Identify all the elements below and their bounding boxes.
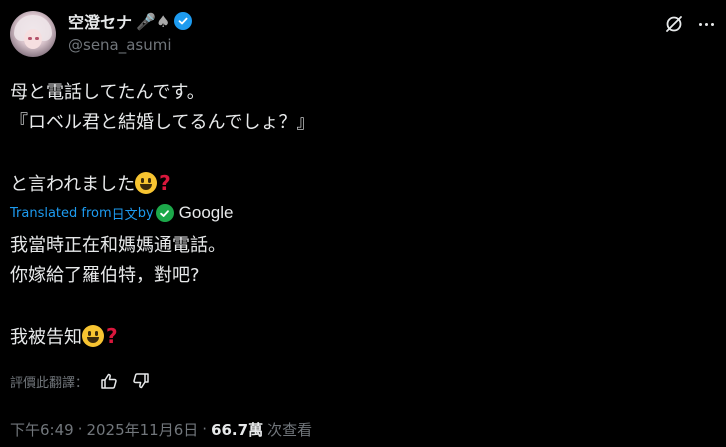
translation-line-with-emoji: 我被告知? bbox=[10, 321, 710, 351]
translation-line: 我當時正在和媽媽通電話。 bbox=[10, 235, 226, 256]
meta-separator: · bbox=[202, 420, 208, 438]
tweet-line-with-emoji: と言われました? bbox=[10, 168, 710, 198]
tweet-date[interactable]: 2025年11月6日 bbox=[86, 419, 198, 440]
translation-line bbox=[10, 291, 710, 321]
thumbs-down-icon[interactable] bbox=[130, 370, 152, 392]
display-name[interactable]: 空澄セナ bbox=[68, 9, 132, 33]
name-emojis: 🎤♠ bbox=[136, 11, 171, 31]
red-question-mark-emoji: ? bbox=[106, 324, 118, 348]
view-count-label: 次查看 bbox=[267, 420, 313, 439]
more-icon[interactable] bbox=[696, 14, 716, 34]
tweet-line: 『ロベル君と結婚してるんでしょ？』 bbox=[10, 112, 315, 133]
view-count: 66.7萬 bbox=[211, 420, 264, 439]
grok-icon[interactable] bbox=[664, 14, 684, 34]
google-logo: Google bbox=[178, 203, 234, 222]
tweet-meta: 下午6:49 · 2025年11月6日 · 66.7萬 次查看 bbox=[10, 418, 312, 440]
verified-badge-icon[interactable] bbox=[174, 12, 193, 30]
tweet-line bbox=[10, 138, 710, 168]
grinning-face-emoji bbox=[135, 172, 158, 194]
translation-line-text: 我被告知 bbox=[10, 327, 82, 348]
meta-separator: · bbox=[77, 420, 83, 438]
thumbs-up-icon[interactable] bbox=[98, 370, 120, 392]
translated-by: by bbox=[137, 205, 154, 221]
tweet-time[interactable]: 下午6:49 bbox=[10, 419, 74, 440]
avatar[interactable] bbox=[10, 11, 56, 57]
tweet-text: 母と電話してたんです。 『ロベル君と結婚してるんでしょ？』 と言われました? bbox=[10, 78, 710, 198]
red-question-mark-emoji: ? bbox=[159, 171, 171, 195]
grinning-face-emoji bbox=[82, 325, 104, 347]
author-handle[interactable]: @sena_asumi bbox=[68, 36, 172, 54]
translated-from-label: Translated from 日文 by Google bbox=[10, 203, 233, 223]
translated-text: 我當時正在和媽媽通電話。 你嫁給了羅伯特，對吧? 我被告知? bbox=[10, 231, 710, 351]
translated-from-prefix: Translated from bbox=[10, 205, 112, 221]
rate-translation-row: 評價此翻譯： bbox=[10, 370, 152, 392]
translation-line: 你嫁給了羅伯特，對吧? bbox=[10, 265, 200, 286]
tweet-line-text: と言われました bbox=[10, 174, 136, 195]
rate-translation-label: 評價此翻譯： bbox=[10, 375, 89, 391]
google-check-icon bbox=[155, 204, 174, 222]
translated-from-language: 日文 bbox=[111, 207, 138, 223]
author-name-row[interactable]: 空澄セナ 🎤♠ bbox=[68, 9, 193, 33]
tweet-line: 母と電話してたんです。 bbox=[10, 82, 205, 103]
